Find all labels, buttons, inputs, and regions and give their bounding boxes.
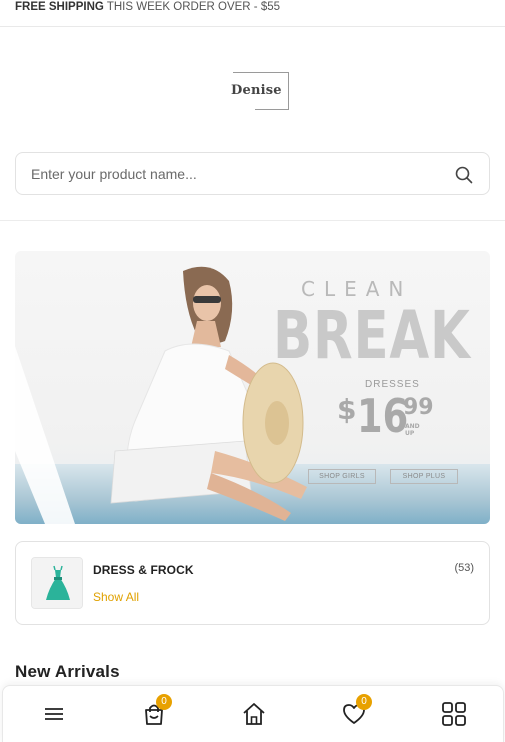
shop-plus-button[interactable]: SHOP PLUS xyxy=(390,469,458,484)
category-thumbnail xyxy=(31,557,83,609)
search-icon[interactable] xyxy=(454,165,474,185)
price-main: 16 xyxy=(357,389,409,443)
home-icon xyxy=(243,703,265,725)
category-name: DRESS & FROCK xyxy=(93,563,194,577)
dress-icon xyxy=(32,558,82,608)
wishlist-button[interactable]: 0 xyxy=(340,694,372,728)
price-note: AND UP xyxy=(405,423,420,437)
category-card[interactable]: DRESS & FROCK Show All (53) xyxy=(15,541,490,625)
search-bar xyxy=(15,152,490,195)
category-count: (53) xyxy=(454,562,474,574)
promo-banner[interactable]: CLEAN BREAK DRESSES $ 16 99 AND UP SHOP … xyxy=(15,251,490,524)
wishlist-count-badge: 0 xyxy=(356,694,372,710)
grid-icon xyxy=(442,702,466,726)
new-arrivals-heading: New Arrivals xyxy=(15,662,120,681)
search-input[interactable] xyxy=(31,163,431,185)
price-cents: 99 xyxy=(403,395,434,420)
site-logo[interactable]: Denise xyxy=(225,72,289,110)
announcement-text: FREE SHIPPING THIS WEEK ORDER OVER - $55 xyxy=(15,1,280,13)
menu-button[interactable] xyxy=(40,700,68,728)
menu-icon xyxy=(45,708,63,720)
home-button[interactable] xyxy=(240,700,268,728)
show-all-link[interactable]: Show All xyxy=(93,590,139,604)
announcement-bold: FREE SHIPPING xyxy=(15,1,104,13)
bottom-navigation: 0 0 xyxy=(2,685,504,742)
banner-headline-big: BREAK xyxy=(273,297,471,374)
cart-count-badge: 0 xyxy=(156,694,172,710)
banner-model-image xyxy=(15,266,307,524)
categories-grid-button[interactable] xyxy=(440,700,468,728)
cart-button[interactable]: 0 xyxy=(140,694,172,728)
announcement-detail: THIS WEEK ORDER OVER - $55 xyxy=(106,1,281,13)
header-divider xyxy=(0,220,505,221)
top-announcement-bar: FREE SHIPPING THIS WEEK ORDER OVER - $55 xyxy=(0,0,505,27)
shop-girls-button[interactable]: SHOP GIRLS xyxy=(308,469,376,484)
logo-text: Denise xyxy=(229,83,284,98)
price-currency: $ xyxy=(337,393,357,426)
